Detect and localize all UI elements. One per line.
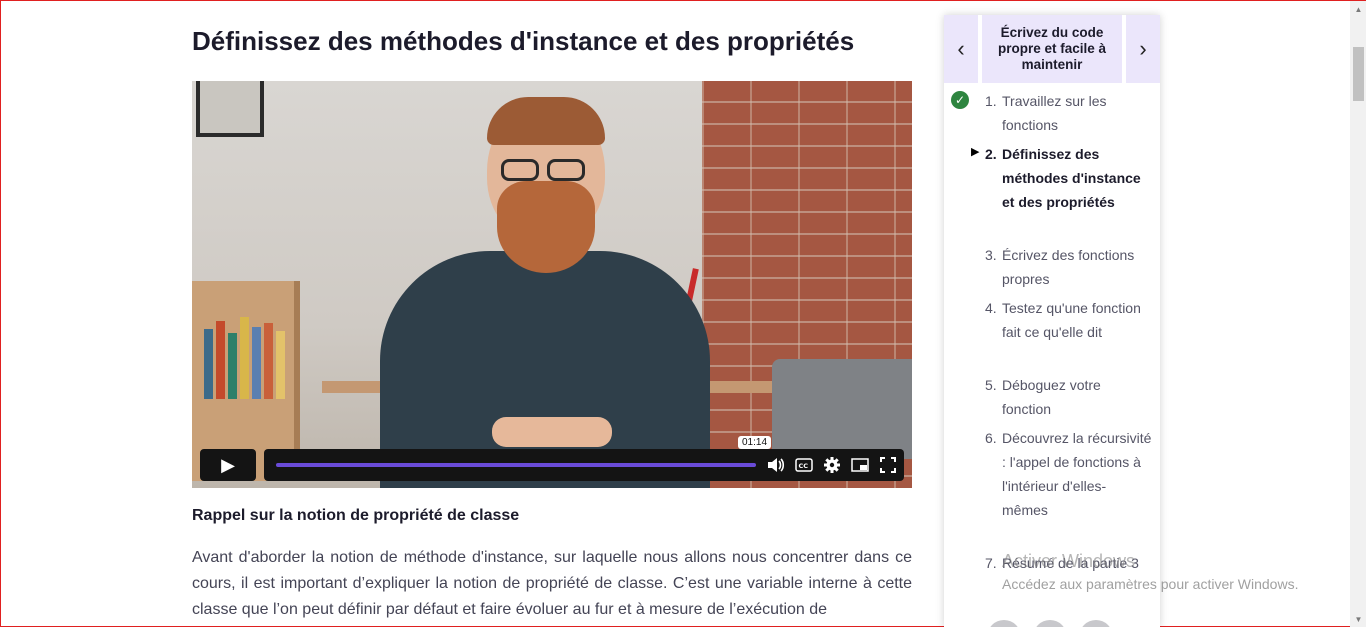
video-presenter-hands — [492, 417, 612, 447]
footer-circle-button[interactable] — [987, 620, 1021, 627]
page-title: Définissez des méthodes d'instance et de… — [192, 26, 855, 56]
svg-text:CC: CC — [799, 462, 809, 470]
body-paragraph: Avant d'aborder la notion de méthode d'i… — [192, 549, 912, 618]
course-sidebar: ‹ Écrivez du code propre et facile à mai… — [944, 15, 1160, 627]
video-picture-frame — [196, 81, 264, 137]
video-player[interactable]: ▶ 01:14 CC — [192, 81, 912, 488]
scroll-down-icon[interactable]: ▼ — [1350, 611, 1366, 627]
volume-icon[interactable] — [762, 449, 790, 481]
sidebar-header: ‹ Écrivez du code propre et facile à mai… — [944, 15, 1160, 83]
sidebar-item-label: Définissez des méthodes d'instance et de… — [1002, 146, 1141, 210]
sidebar-item-number: 3. — [985, 247, 997, 263]
sidebar-item-label: Travaillez sur les fonctions — [1002, 93, 1107, 133]
video-laptop — [772, 359, 912, 459]
main-content: Définissez des méthodes d'instance et de… — [191, 1, 913, 627]
current-item-marker-icon: ▶ — [971, 146, 980, 158]
sidebar-item-label: Découvrez la récursivité : l'appel de fo… — [1002, 430, 1152, 518]
chevron-left-icon: ‹ — [957, 36, 965, 61]
sidebar-item-number: 2. — [985, 146, 997, 162]
previous-chapter-button[interactable]: ‹ — [944, 15, 978, 83]
chevron-right-icon: › — [1139, 36, 1147, 61]
scroll-up-icon[interactable]: ▲ — [1350, 1, 1366, 18]
sidebar-item-number: 7. — [985, 555, 997, 571]
chapter-title: Écrivez du code propre et facile à maint… — [982, 15, 1122, 83]
check-circle-icon: ✓ — [951, 91, 969, 109]
footer-circle-button[interactable] — [1033, 620, 1067, 627]
video-presenter-glasses — [497, 159, 589, 181]
footer-circle-button[interactable] — [1079, 620, 1113, 627]
scrollbar-thumb[interactable] — [1353, 47, 1364, 101]
sidebar-footer-buttons — [987, 620, 1117, 627]
settings-icon[interactable] — [818, 449, 846, 481]
fullscreen-icon[interactable] — [874, 449, 902, 481]
picture-in-picture-icon[interactable] — [846, 449, 874, 481]
time-tooltip: 01:14 — [738, 436, 772, 449]
windows-activation-text: Accédez aux paramètres pour activer Wind… — [1002, 576, 1299, 592]
video-control-bar: CC — [264, 449, 904, 481]
sidebar-item-number: 1. — [985, 93, 997, 109]
section-heading: Rappel sur la notion de propriété de cla… — [192, 507, 520, 524]
captions-icon[interactable]: CC — [790, 449, 818, 481]
sidebar-item-label: Déboguez votre fonction — [1002, 377, 1101, 417]
video-presenter-beard — [497, 181, 595, 273]
sidebar-item-label: Testez qu'une fonction fait ce qu'elle d… — [1002, 300, 1141, 340]
windows-activation-title: Activer Windows — [1002, 551, 1136, 571]
sidebar-item-number: 5. — [985, 377, 997, 393]
next-chapter-button[interactable]: › — [1126, 15, 1160, 83]
video-progress-bar[interactable] — [276, 463, 756, 467]
sidebar-item-label: Écrivez des fonctions propres — [1002, 247, 1135, 287]
video-presenter-hair — [487, 97, 605, 145]
play-icon: ▶ — [221, 454, 235, 475]
sidebar-item-number: 4. — [985, 300, 997, 316]
page-scrollbar[interactable]: ▲ ▼ — [1350, 1, 1366, 627]
sidebar-item-number: 6. — [985, 430, 997, 446]
play-button[interactable]: ▶ — [200, 449, 256, 481]
